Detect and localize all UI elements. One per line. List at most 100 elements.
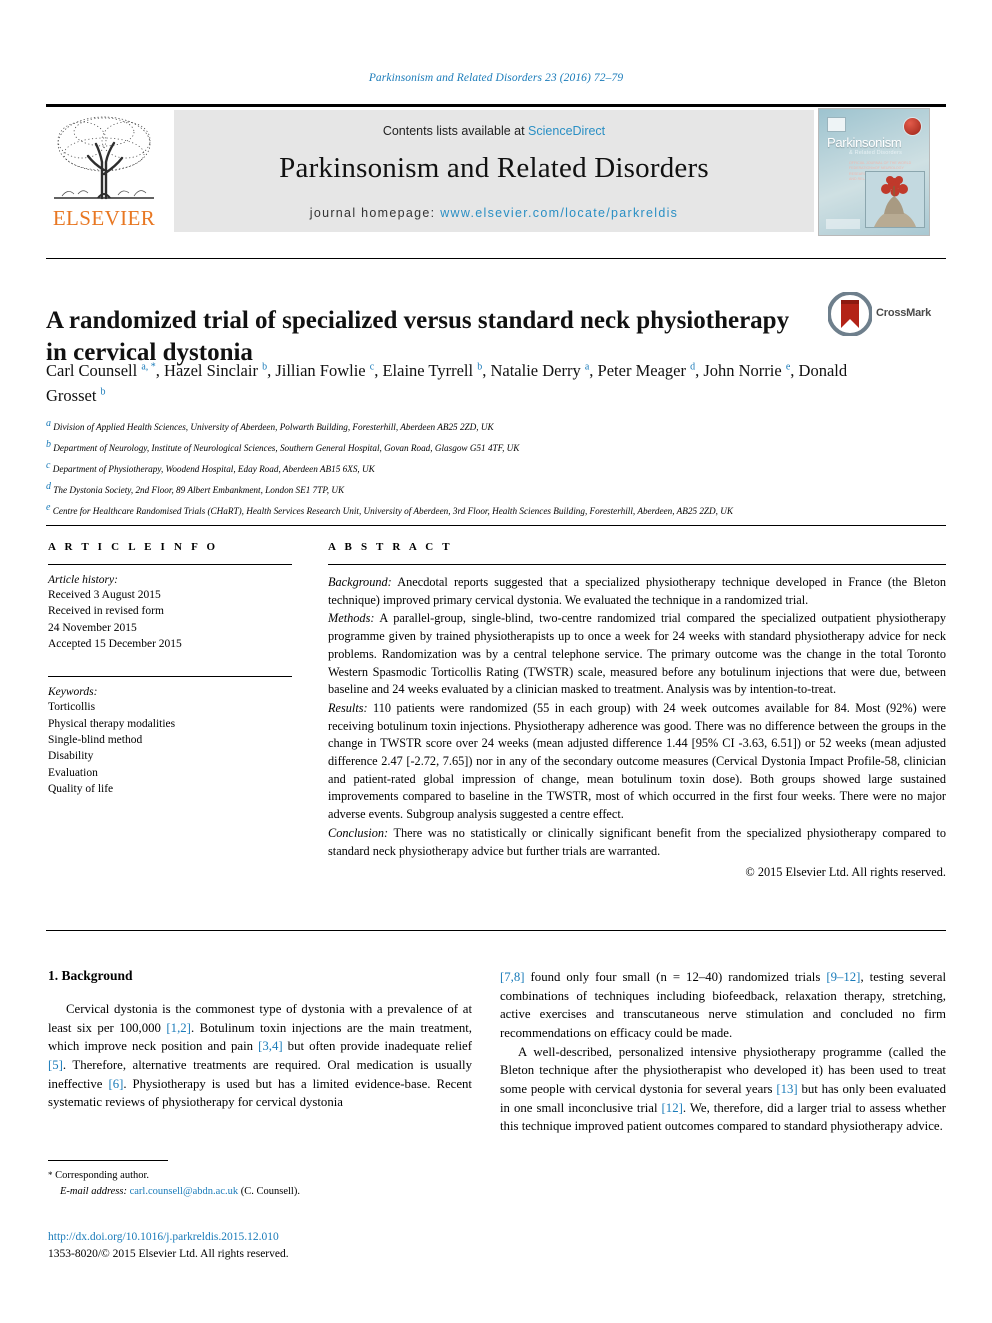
author-affiliation-marker: a, * [141, 361, 156, 373]
title-separator-rule [46, 258, 946, 259]
keyword-item: Quality of life [48, 782, 114, 795]
crossmark-badge-icon [827, 291, 873, 337]
journal-cover-thumbnail: Parkinsonism & Related Disorders OFFICIA… [818, 108, 930, 236]
contents-list-line: Contents lists available at ScienceDirec… [174, 124, 814, 138]
citation-link[interactable]: [3,4] [258, 1039, 283, 1053]
cover-photo [865, 171, 925, 228]
article-info-column: A R T I C L E I N F O Article history: R… [48, 541, 298, 797]
article-history-item: Received in revised form [48, 605, 164, 618]
author-name: Peter Meager d [597, 361, 696, 380]
author-affiliation-marker: b [100, 386, 106, 398]
author-name: Natalie Derry a [490, 361, 590, 380]
citation-link[interactable]: [6] [108, 1077, 123, 1091]
author-name: Elaine Tyrrell b [382, 361, 483, 380]
author-name: Jillian Fowlie c [275, 361, 375, 380]
abstract-section-heading: Conclusion: [328, 825, 389, 840]
elsevier-logo: ELSEVIER [48, 110, 160, 234]
citation-link[interactable]: [1,2] [166, 1021, 191, 1035]
journal-masthead: ELSEVIER Contents lists available at Sci… [46, 104, 946, 236]
article-history-item: Received 3 August 2015 [48, 589, 161, 601]
author-affiliation-marker: b [477, 361, 483, 373]
affiliation-item: b Department of Neurology, Institute of … [46, 438, 520, 453]
affiliation-marker: a [46, 418, 51, 429]
corresponding-author-line: * Corresponding author. [48, 1168, 472, 1184]
body-paragraph-right-2: A well-described, personalized intensive… [500, 1044, 947, 1134]
homepage-prefix: journal homepage: [309, 206, 441, 220]
keyword-item: Single-blind method [48, 733, 143, 746]
masthead-top-rule [46, 104, 946, 107]
journal-title: Parkinsonism and Related Disorders [279, 152, 709, 184]
article-info-label: A R T I C L E I N F O [48, 541, 219, 553]
article-info-rule [48, 564, 292, 565]
masthead-banner: Contents lists available at ScienceDirec… [174, 110, 814, 232]
abstract-section: Conclusion: There was no statistically o… [328, 825, 946, 858]
abstract-copyright: © 2015 Elsevier Ltd. All rights reserved… [745, 865, 946, 880]
abstract-separator-rule [46, 525, 946, 526]
corresponding-author-label: Corresponding author. [52, 1170, 150, 1181]
journal-homepage-link[interactable]: www.elsevier.com/locate/parkreldis [440, 206, 678, 220]
keywords-list: Torticollis Physical therapy modalities Si… [48, 699, 298, 797]
author-affiliation-marker: c [369, 361, 375, 373]
keyword-item: Disability [48, 750, 94, 763]
author-affiliation-marker: d [690, 361, 696, 373]
citation-link[interactable]: [9–12] [826, 970, 860, 984]
keywords-heading: Keywords: [48, 686, 98, 699]
contents-prefix: Contents lists available at [382, 124, 529, 138]
crossmark-badge[interactable]: CrossMark [827, 291, 944, 340]
author-name: John Norrie e [703, 361, 791, 380]
abstract-section: Background: Anecdotal reports suggested … [328, 575, 946, 607]
keyword-item: Torticollis [48, 701, 96, 714]
affiliation-marker: c [46, 459, 51, 471]
abstract-section: Methods: A parallel-group, single-blind,… [328, 611, 946, 697]
body-paragraph-right-1: [7,8] found only four small (n = 12–40) … [500, 970, 946, 1041]
email-line: E-mail address: carl.counsell@abdn.ac.uk… [48, 1184, 472, 1200]
email-suffix: (C. Counsell). [238, 1185, 300, 1197]
doi-block: http://dx.doi.org/10.1016/j.parkreldis.2… [48, 1229, 548, 1262]
citation-link[interactable]: [12] [662, 1101, 683, 1115]
affiliation-item: a Division of Applied Health Sciences, U… [46, 418, 494, 433]
cover-society-badge-icon [903, 117, 922, 136]
elsevier-wordmark: ELSEVIER [52, 206, 156, 230]
author-affiliation-marker: a [584, 361, 590, 373]
citation-link[interactable]: [5] [48, 1058, 63, 1072]
citation-link[interactable]: [7,8] [500, 970, 525, 984]
sciencedirect-link[interactable]: ScienceDirect [528, 124, 605, 138]
affiliation-item: c Department of Physiotherapy, Woodend H… [46, 459, 375, 474]
cover-title: Parkinsonism [827, 135, 902, 150]
affiliation-marker: b [46, 438, 51, 450]
crossmark-label: CrossMark [876, 307, 932, 319]
keywords-rule [48, 676, 292, 678]
running-head: Parkinsonism and Related Disorders 23 (2… [368, 72, 624, 84]
email-link[interactable]: carl.counsell@abdn.ac.uk [130, 1186, 239, 1197]
abstract-section-heading: Background: [328, 575, 392, 589]
article-history-item: Accepted 15 December 2015 [48, 637, 182, 650]
author-affiliation-marker: b [262, 361, 268, 373]
abstract-label: A B S T R A C T [328, 541, 453, 553]
email-label: E-mail address: [60, 1185, 127, 1197]
author-name: Hazel Sinclair b [164, 361, 268, 380]
affiliation-item: e Centre for Healthcare Randomised Trial… [46, 501, 734, 516]
author-affiliation-marker: e [785, 361, 791, 373]
citation-link[interactable]: [13] [776, 1082, 797, 1096]
body-paragraph-left: Cervical dystonia is the commonest type … [48, 1002, 472, 1110]
affiliation-marker: e [46, 501, 51, 513]
author-list: Carl Counsell a, *, Hazel Sinclair b, Ji… [46, 361, 848, 406]
body-column-left: 1. Background Cervical dystonia is the c… [48, 968, 472, 1112]
article-history-heading: Article history: [48, 574, 118, 586]
body-column-right: [7,8] found only four small (n = 12–40) … [500, 968, 946, 1136]
abstract-section-heading: Results: [328, 700, 368, 715]
keyword-item: Evaluation [48, 766, 98, 779]
doi-link[interactable]: http://dx.doi.org/10.1016/j.parkreldis.2… [48, 1229, 548, 1246]
journal-homepage-line: journal homepage: www.elsevier.com/locat… [174, 206, 814, 220]
affiliation-item: d The Dystonia Society, 2nd Floor, 89 Al… [46, 480, 345, 495]
cover-elsevier-logo-icon [827, 117, 846, 132]
section-heading-background: 1. Background [48, 968, 133, 983]
footnote-rule [48, 1160, 168, 1161]
body-separator-rule [46, 930, 946, 931]
affiliation-list: a Division of Applied Health Sciences, U… [46, 415, 946, 519]
affiliation-marker: d [46, 480, 51, 492]
article-history-list: Received 3 August 2015 Received in revise… [48, 587, 298, 652]
paper-page: Parkinsonism and Related Disorders 23 (2… [0, 0, 992, 1323]
abstract-section: Results: 110 patients were randomized (5… [328, 700, 946, 822]
